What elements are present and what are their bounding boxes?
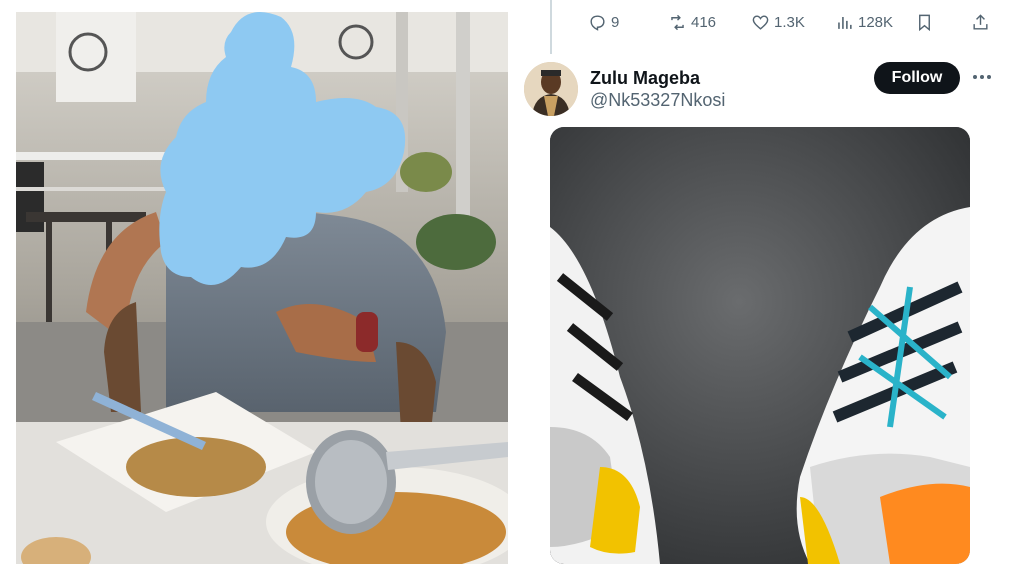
avatar[interactable] xyxy=(524,62,578,116)
heart-icon xyxy=(751,13,770,32)
tweet-media[interactable] xyxy=(550,127,970,564)
reply-icon xyxy=(588,13,607,32)
repost-button[interactable]: 416 xyxy=(668,10,716,34)
repost-count: 416 xyxy=(691,13,717,31)
sneakers-photo xyxy=(550,127,970,564)
reply-count: 9 xyxy=(611,13,620,31)
share-button[interactable] xyxy=(971,10,990,34)
like-count: 1.3K xyxy=(774,13,805,31)
views-count: 128K xyxy=(858,13,894,31)
more-icon xyxy=(972,67,992,85)
bookmark-icon xyxy=(915,13,934,32)
repost-icon xyxy=(668,13,687,32)
restaurant-photo xyxy=(16,12,508,564)
thread-line xyxy=(550,0,552,54)
views-icon xyxy=(835,13,854,32)
tweet-action-bar: 9 416 1.3K 128K xyxy=(588,10,1000,34)
left-photo xyxy=(16,12,508,564)
author-name[interactable]: Zulu Mageba xyxy=(590,68,700,89)
like-button[interactable]: 1.3K xyxy=(751,10,805,34)
more-button[interactable] xyxy=(970,64,994,88)
reply-button[interactable]: 9 xyxy=(588,10,619,34)
author-handle[interactable]: @Nk53327Nkosi xyxy=(590,90,725,111)
follow-button[interactable]: Follow xyxy=(874,62,960,94)
tweet-author: Zulu Mageba @Nk53327Nkosi Follow xyxy=(520,60,1024,120)
bookmark-button[interactable] xyxy=(915,10,934,34)
share-icon xyxy=(971,13,990,32)
views-button[interactable]: 128K xyxy=(835,10,893,34)
tweet-card: 9 416 1.3K 128K Zulu Mageba @Nk53327Nkos… xyxy=(520,0,1024,576)
